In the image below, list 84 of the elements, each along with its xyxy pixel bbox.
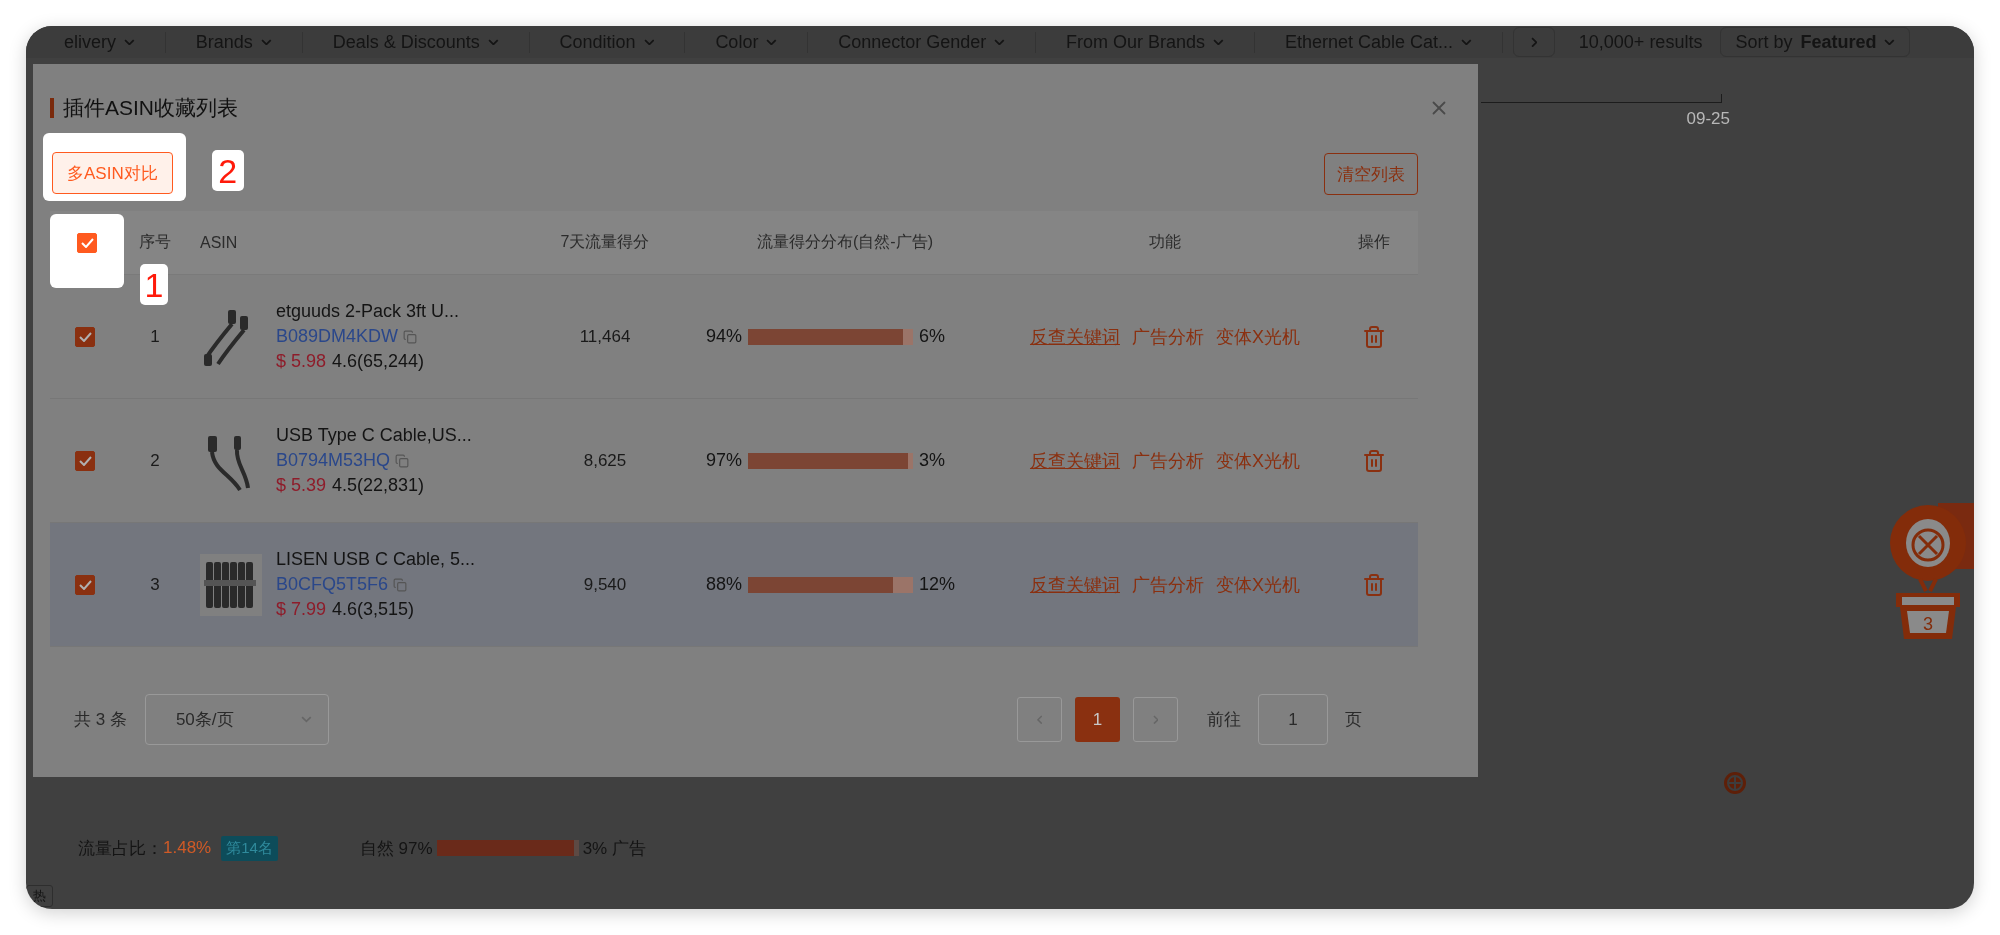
page-input[interactable]: 1	[1258, 694, 1328, 745]
select-all-checkbox[interactable]	[77, 233, 97, 253]
column-header: 操作	[1357, 232, 1391, 252]
dialog-title: 插件ASIN收藏列表	[50, 94, 238, 122]
chevron-down-icon	[1461, 38, 1472, 46]
product-title: USB Type C Cable,US...	[276, 425, 472, 446]
clear-list-button[interactable]: 清空列表	[1324, 153, 1418, 195]
plant-pot-widget[interactable]: 3	[1888, 503, 1974, 643]
next-button[interactable]	[1512, 27, 1555, 57]
previous-page-button[interactable]	[1017, 697, 1062, 742]
traffic-share-value: 1.48%	[163, 838, 212, 858]
product-title: etguuds 2-Pack 3ft U...	[276, 301, 460, 322]
page-button[interactable]: 1	[1075, 697, 1120, 742]
check-icon	[78, 579, 92, 590]
delete-icon[interactable]	[1362, 572, 1386, 597]
copy-icon[interactable]	[393, 577, 408, 592]
product-rating: 4.5(22,831)	[332, 475, 425, 496]
traffic-score: 9,540	[582, 574, 628, 595]
traffic-score: 11,464	[578, 326, 632, 347]
action-link[interactable]: 广告分析	[1132, 448, 1204, 473]
date-label: 09-25	[1686, 109, 1730, 129]
chevron-down-icon	[487, 38, 499, 46]
next-page-button[interactable]	[1133, 697, 1178, 742]
ad-share: 3%	[919, 450, 946, 471]
natural-share: 97%	[706, 450, 743, 471]
check-icon	[80, 238, 94, 248]
action-link[interactable]: 广告分析	[1132, 572, 1204, 597]
natural-share: 88%	[706, 574, 743, 595]
asin-link[interactable]: B0794M53HQ	[276, 450, 391, 471]
chevron-down-icon	[301, 716, 312, 723]
natural-share: 94%	[706, 326, 743, 347]
delete-icon[interactable]	[1362, 324, 1386, 349]
page-suffix: 页	[1345, 709, 1362, 731]
rank-tag: 第14名	[221, 835, 278, 861]
goto-label: 前往	[1207, 709, 1241, 731]
ad-share: 12%	[919, 574, 956, 595]
action-link[interactable]: 反查关键词	[1030, 324, 1120, 349]
chevron-left-icon	[1036, 714, 1043, 725]
page-size-select[interactable]: 50条/页	[144, 694, 329, 745]
action-link[interactable]: 反查关键词	[1030, 448, 1120, 473]
check-icon	[78, 331, 92, 342]
action-link[interactable]: 变体X光机	[1216, 324, 1300, 349]
total-count: 共 3 条	[74, 709, 127, 731]
chevron-down-icon	[994, 38, 1006, 46]
copy-icon[interactable]	[403, 329, 418, 344]
chevron-down-icon	[260, 38, 272, 46]
product-rating: 4.6(3,515)	[332, 599, 415, 620]
row-number: 3	[149, 574, 161, 595]
row-number: 1	[149, 326, 161, 347]
column-header: 功能	[1148, 232, 1182, 252]
traffic-score: 8,625	[582, 450, 628, 471]
row-number: 2	[149, 450, 161, 471]
action-link[interactable]: 广告分析	[1132, 324, 1204, 349]
row-checkbox[interactable]	[75, 450, 95, 471]
chevron-down-icon	[643, 38, 655, 46]
ad-share: 6%	[919, 326, 946, 347]
column-header: ASIN	[199, 233, 239, 252]
chevron-down-icon	[766, 38, 778, 46]
product-price: $ 5.98	[276, 351, 327, 372]
chevron-right-icon	[1530, 36, 1538, 48]
column-header: 流量得分分布(自然-广告)	[756, 232, 934, 252]
product-title: LISEN USB C Cable, 5...	[276, 549, 476, 570]
action-link[interactable]: 变体X光机	[1216, 448, 1300, 473]
row-checkbox[interactable]	[75, 574, 95, 595]
callout-number: 2	[211, 150, 244, 191]
delete-icon[interactable]	[1362, 448, 1386, 473]
row-checkbox[interactable]	[75, 326, 95, 347]
product-price: $ 7.99	[276, 599, 327, 620]
product-rating: 4.6(65,244)	[332, 351, 425, 372]
column-header: 序号	[138, 232, 172, 252]
callout-number: 1	[140, 264, 168, 305]
chevron-down-icon	[124, 38, 135, 46]
chevron-right-icon	[1152, 714, 1159, 725]
compare-button[interactable]: 多ASIN对比	[52, 152, 173, 194]
action-link[interactable]: 变体X光机	[1216, 572, 1300, 597]
check-icon	[78, 455, 92, 466]
chevron-down-icon	[1884, 38, 1896, 46]
chevron-down-icon	[1213, 38, 1224, 46]
asin-link[interactable]: B0CFQ5T5F6	[276, 574, 389, 595]
copy-icon[interactable]	[395, 453, 410, 468]
asin-link[interactable]: B089DM4KDW	[276, 326, 399, 347]
column-header: 7天流量得分	[559, 232, 651, 252]
action-link[interactable]: 反查关键词	[1030, 572, 1120, 597]
product-price: $ 5.39	[276, 475, 327, 496]
